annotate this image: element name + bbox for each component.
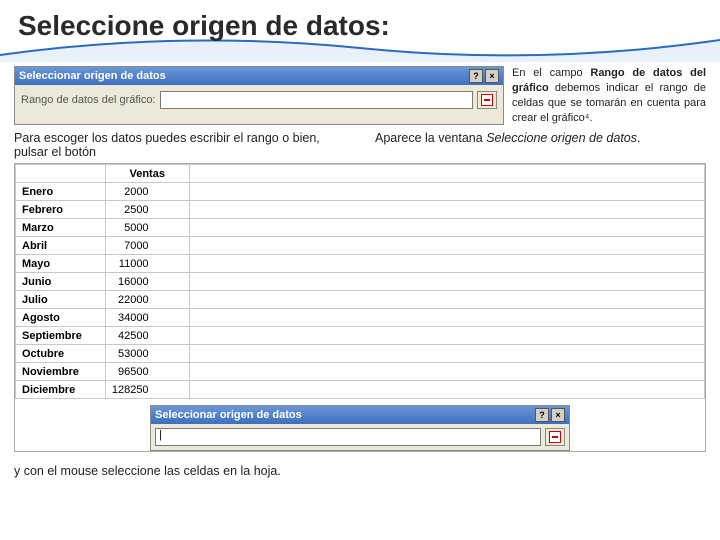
cell-month: Abril (16, 237, 106, 255)
collapse-dialog-button[interactable] (545, 428, 565, 446)
instruction-bottom: y con el mouse seleccione las celdas en … (0, 452, 720, 478)
help-button[interactable]: ? (535, 408, 549, 422)
close-button[interactable]: × (551, 408, 565, 422)
cell-month: Septiembre (16, 327, 106, 345)
table-header-empty (16, 165, 106, 183)
table-row: Abril7000 (16, 237, 705, 255)
dialog2-range-input[interactable]: | (155, 428, 541, 446)
cell-empty (189, 381, 704, 399)
cell-month: Julio (16, 291, 106, 309)
table-header-wide (189, 165, 704, 183)
cell-empty (189, 183, 704, 201)
cell-month: Mayo (16, 255, 106, 273)
table-row: Septiembre42500 (16, 327, 705, 345)
cell-value: 7000 (105, 237, 189, 255)
dialog1-range-label: Rango de datos del gráfico: (21, 94, 156, 106)
cell-month: Agosto (16, 309, 106, 327)
dialog1-title: Seleccionar origen de datos (19, 70, 166, 82)
instruction-mid-right: Aparece la ventana Seleccione origen de … (375, 131, 706, 159)
cell-empty (189, 309, 704, 327)
cell-empty (189, 273, 704, 291)
cell-empty (189, 255, 704, 273)
collapse-dialog-button[interactable] (477, 91, 497, 109)
cell-value: 34000 (105, 309, 189, 327)
mid-right-post: . (637, 131, 640, 145)
cell-value: 42500 (105, 327, 189, 345)
dialog1-range-input[interactable] (160, 91, 473, 109)
help-button[interactable]: ? (469, 69, 483, 83)
cell-value: 16000 (105, 273, 189, 291)
cell-empty (189, 345, 704, 363)
cell-month: Enero (16, 183, 106, 201)
cell-month: Junio (16, 273, 106, 291)
instruction-mid-left: Para escoger los datos puedes escribir e… (14, 131, 345, 159)
dialog1-titlebar: Seleccionar origen de datos ? × (15, 67, 503, 85)
cell-empty (189, 237, 704, 255)
cell-month: Febrero (16, 201, 106, 219)
table-row: Noviembre96500 (16, 363, 705, 381)
table-row: Mayo11000 (16, 255, 705, 273)
page-title: Seleccione origen de datos: (18, 10, 390, 42)
cell-value: 53000 (105, 345, 189, 363)
cell-value: 22000 (105, 291, 189, 309)
cell-month: Noviembre (16, 363, 106, 381)
table-row: Octubre53000 (16, 345, 705, 363)
data-table: Ventas Enero2000Febrero2500Marzo5000Abri… (15, 164, 705, 399)
table-row: Junio16000 (16, 273, 705, 291)
slide-header: Seleccione origen de datos: (0, 0, 720, 62)
table-row: Enero2000 (16, 183, 705, 201)
cell-empty (189, 363, 704, 381)
cell-value: 2500 (105, 201, 189, 219)
cell-empty (189, 219, 704, 237)
cell-empty (189, 201, 704, 219)
dialog-select-data-source-2: Seleccionar origen de datos ? × | (150, 405, 570, 451)
cell-value: 128250 (105, 381, 189, 399)
cell-value: 96500 (105, 363, 189, 381)
spreadsheet-area: Ventas Enero2000Febrero2500Marzo5000Abri… (14, 163, 706, 452)
table-row: Julio22000 (16, 291, 705, 309)
table-header-row: Ventas (16, 165, 705, 183)
cell-empty (189, 327, 704, 345)
cell-month: Diciembre (16, 381, 106, 399)
instruction-text-top: En el campo Rango de datos del gráfico d… (512, 66, 706, 125)
dialog-select-data-source-1: Seleccionar origen de datos ? × Rango de… (14, 66, 504, 125)
table-row: Agosto34000 (16, 309, 705, 327)
cell-value: 2000 (105, 183, 189, 201)
dialog2-titlebar: Seleccionar origen de datos ? × (151, 406, 569, 424)
cell-value: 11000 (105, 255, 189, 273)
instruction-pre: En el campo (512, 67, 590, 79)
range-selector-icon (549, 431, 561, 443)
mid-right-italic: Seleccione origen de datos (486, 131, 637, 145)
mid-right-pre: Aparece la ventana (375, 131, 486, 145)
dialog2-title: Seleccionar origen de datos (155, 409, 302, 421)
close-button[interactable]: × (485, 69, 499, 83)
range-selector-icon (481, 94, 493, 106)
table-row: Marzo5000 (16, 219, 705, 237)
table-row: Febrero2500 (16, 201, 705, 219)
cell-empty (189, 291, 704, 309)
table-header-ventas: Ventas (105, 165, 189, 183)
table-row: Diciembre128250 (16, 381, 705, 399)
cell-value: 5000 (105, 219, 189, 237)
cell-month: Octubre (16, 345, 106, 363)
cell-month: Marzo (16, 219, 106, 237)
